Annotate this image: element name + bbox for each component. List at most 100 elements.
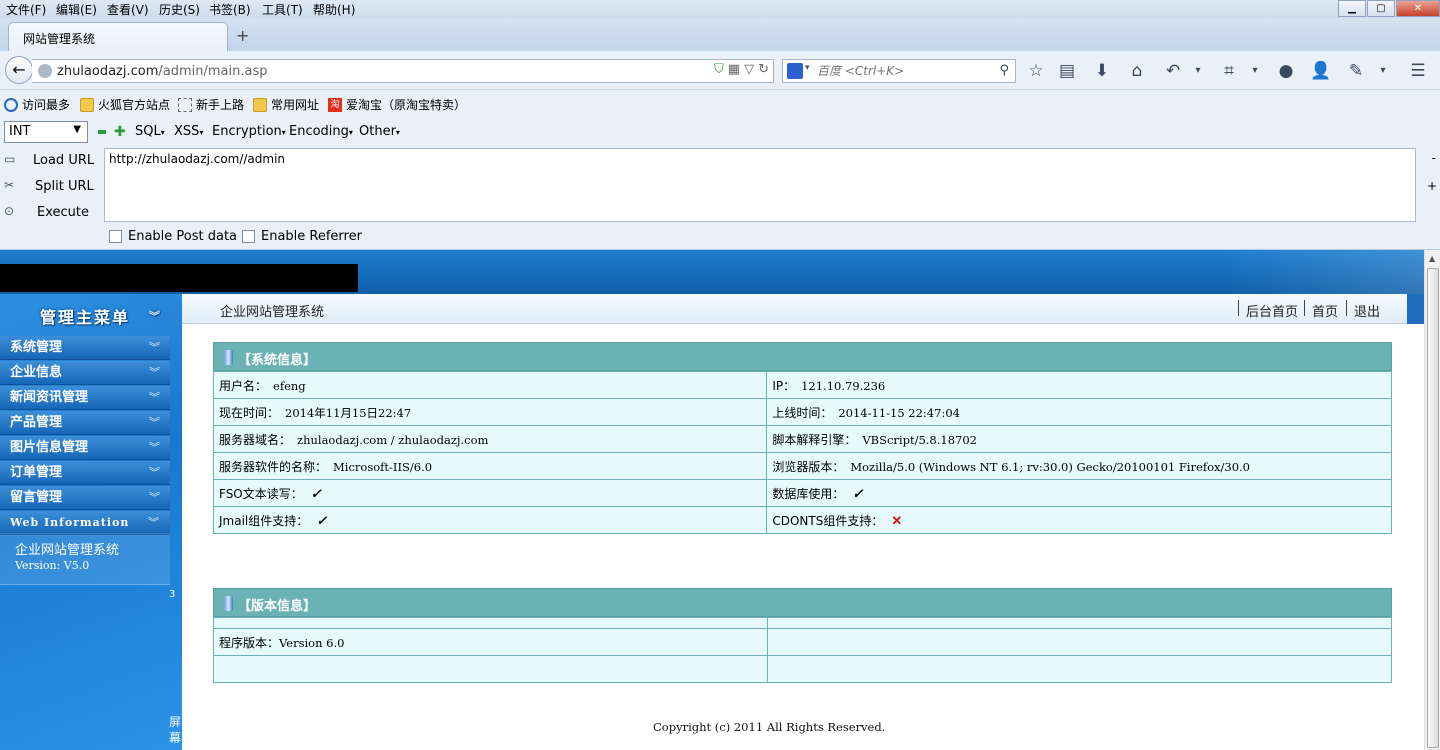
sidebar-info-box: 企业网站管理系统 Version: V5.0 (0, 533, 170, 585)
undo-icon[interactable]: ↶ (1161, 59, 1185, 83)
sidebar-title[interactable]: 管理主菜单 ︾ (0, 304, 170, 332)
menu-edit[interactable]: 编辑(E) (56, 1, 97, 18)
table-cell: 数据库使用： ✓ (766, 479, 1392, 507)
type-select-value: INT (9, 124, 31, 139)
menu-tools[interactable]: 工具(T) (262, 1, 303, 18)
table-cell: 程序版本：Version 6.0 (213, 628, 768, 656)
qr-code-icon[interactable]: ▦ (728, 62, 740, 77)
load-url-button[interactable]: ▭ Load URL (4, 152, 94, 168)
screen-toggle[interactable]: 屏幕 (169, 714, 183, 746)
sidebar-item-company[interactable]: 企业信息 ︾ (0, 361, 170, 385)
minimize-button[interactable]: ▁ (1338, 0, 1366, 17)
enable-referrer-checkbox[interactable]: Enable Referrer (242, 229, 362, 244)
mouse-gesture-icon[interactable]: ✎ (1344, 59, 1368, 83)
plus-icon[interactable]: ✚ (114, 125, 126, 139)
xss-menu[interactable]: XSS▾ (174, 124, 203, 139)
table-cell: 现在时间： 2014年11月15日22:47 (212, 398, 768, 426)
encoding-menu[interactable]: Encoding▾ (289, 124, 353, 139)
home-icon[interactable]: ⌂ (1125, 59, 1149, 83)
sidebar-item-news[interactable]: 新闻资讯管理 ︾ (0, 386, 170, 410)
type-select[interactable]: INT ▼ (4, 121, 88, 143)
minus-icon[interactable] (98, 130, 106, 134)
menu-bookmarks[interactable]: 书签(B) (209, 1, 251, 18)
hamburger-menu-icon[interactable]: ☰ (1406, 59, 1430, 83)
undo-dropdown-icon[interactable]: ▾ (1186, 59, 1210, 83)
bookmark-list-icon[interactable]: ▤ (1055, 59, 1079, 83)
shrink-button[interactable]: - (1432, 151, 1436, 165)
shield-icon[interactable]: ⛉ (714, 62, 724, 77)
home-link[interactable]: 首页 (1312, 301, 1338, 320)
gesture-dropdown-icon[interactable]: ▾ (1371, 59, 1395, 83)
sidebar-item-orders[interactable]: 订单管理 ︾ (0, 461, 170, 485)
scroll-up-icon[interactable]: ▲ (1429, 254, 1435, 263)
chat-bubble-icon[interactable]: ● (1274, 59, 1298, 83)
folder-icon (253, 97, 267, 112)
version-info-title: 【版本信息】 (238, 599, 317, 614)
back-button[interactable]: ← (5, 56, 33, 84)
table-cell: 上线时间： 2014-11-15 22:47:04 (766, 398, 1392, 426)
field-value: 2014年11月15日22:47 (285, 405, 412, 420)
baidu-paw-icon[interactable]: 🐾 (787, 63, 803, 79)
search-input[interactable] (817, 62, 987, 80)
other-menu-label: Other (359, 124, 396, 139)
search-magnifier-icon[interactable]: ⚲ (999, 63, 1009, 78)
field-label: Jmail组件支持： (219, 513, 309, 528)
other-menu[interactable]: Other▾ (359, 124, 400, 139)
sidebar-item-label: 留言管理 (10, 490, 63, 505)
url-textarea[interactable]: http://zhulaodazj.com//admin (104, 148, 1416, 222)
crop-screenshot-icon[interactable]: ⌗ (1217, 59, 1241, 83)
sidebar-title-text: 管理主菜单 (39, 308, 130, 327)
menu-view[interactable]: 查看(V) (107, 1, 149, 18)
menu-file[interactable]: 文件(F) (6, 1, 46, 18)
sql-menu[interactable]: SQL▾ (135, 124, 165, 139)
system-info-header: 【系统信息】 (213, 342, 1392, 371)
checkbox-box (242, 230, 255, 243)
download-icon[interactable]: ⬇ (1090, 59, 1114, 83)
star-bookmark-icon[interactable]: ☆ (1024, 59, 1048, 83)
url-bar[interactable]: zhulaodazj.com/admin/main.asp ⛉ ▦ ▽ ↻ (32, 59, 774, 83)
new-tab-button[interactable]: + (236, 26, 249, 45)
tab-active[interactable]: 网站管理系统 (8, 22, 228, 51)
chevron-down-icon: ︾ (149, 441, 160, 454)
page-title: 企业网站管理系统 (220, 305, 325, 320)
magnifier-icon (4, 97, 18, 112)
sidebar-item-system[interactable]: 系统管理 ︾ (0, 336, 170, 360)
check-icon: ✓ (316, 513, 328, 529)
table-row: FSO文本读写： ✓ 数据库使用： ✓ (212, 479, 1392, 507)
sidebar-item-images[interactable]: 图片信息管理 ︾ (0, 436, 170, 460)
navigation-bar: ← zhulaodazj.com/admin/main.asp ⛉ ▦ ▽ ↻ … (0, 51, 1440, 90)
grow-button[interactable]: + (1427, 179, 1437, 193)
sidebar-item-products[interactable]: 产品管理 ︾ (0, 411, 170, 435)
execute-label: Execute (37, 204, 89, 220)
user-icon[interactable]: 👤 (1309, 59, 1333, 83)
page-scrollbar[interactable]: ▲ (1424, 250, 1440, 750)
maximize-button[interactable]: ▢ (1367, 0, 1395, 17)
sidebar-item-web-information[interactable]: Web Information ︾ (0, 511, 170, 535)
program-version-value: Version 6.0 (279, 635, 345, 650)
scroll-thumb[interactable] (1427, 268, 1439, 748)
sidebar-item-messages[interactable]: 留言管理 ︾ (0, 486, 170, 510)
bookmark-aitaobao[interactable]: 淘 爱淘宝（原淘宝特卖） (328, 96, 466, 113)
program-version-label: 程序版本： (219, 635, 280, 650)
folder-icon (80, 97, 94, 112)
menu-history[interactable]: 历史(S) (159, 1, 200, 18)
bookmark-most-visited[interactable]: 访问最多 (4, 96, 70, 113)
close-window-button[interactable]: ✕ (1396, 0, 1440, 17)
search-bar[interactable]: 🐾 ▾ ⚲ (782, 59, 1016, 83)
bookmark-firefox-official[interactable]: 火狐官方站点 (80, 96, 170, 113)
admin-home-link[interactable]: 后台首页 (1246, 301, 1298, 320)
field-value: VBScript/5.8.18702 (862, 432, 977, 447)
bookmark-common-sites[interactable]: 常用网址 (253, 96, 319, 113)
logout-link[interactable]: 退出 (1354, 301, 1380, 320)
encryption-menu[interactable]: Encryption▾ (212, 124, 286, 139)
dropdown-arrow-icon[interactable]: ▽ (744, 62, 754, 77)
split-url-button[interactable]: ✂ Split URL (4, 178, 94, 194)
search-engine-dropdown-icon[interactable]: ▾ (805, 63, 810, 73)
crop-dropdown-icon[interactable]: ▾ (1243, 59, 1267, 83)
chevron-down-icon: ︾ (148, 516, 160, 529)
reload-icon[interactable]: ↻ (758, 62, 769, 77)
bookmark-getting-started[interactable]: 新手上路 (178, 96, 244, 113)
menu-help[interactable]: 帮助(H) (313, 1, 355, 18)
execute-button[interactable]: ⊙ Execute (4, 204, 89, 220)
enable-post-checkbox[interactable]: Enable Post data (109, 229, 237, 244)
